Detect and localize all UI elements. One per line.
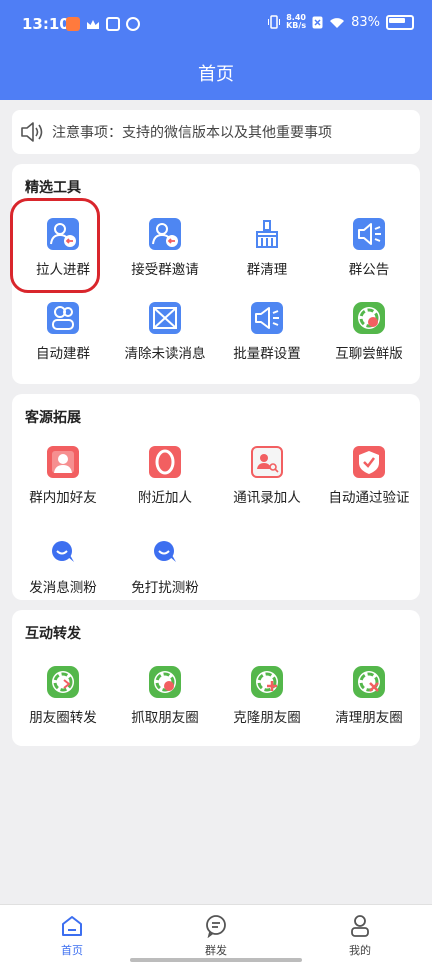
tool-label: 接受群邀请 xyxy=(131,262,199,278)
moments-grab-icon xyxy=(149,666,181,698)
battery-percent: 83% xyxy=(351,14,380,30)
sim-off-icon xyxy=(312,16,323,28)
status-time: 13:10 xyxy=(22,15,70,33)
notice-bar[interactable]: 注意事项：支持的微信版本以及其他重要事项 xyxy=(12,110,420,154)
tool-clone-moments[interactable]: 克隆朋友圈 xyxy=(216,666,318,736)
net-speed-unit: KB/s xyxy=(286,21,307,30)
top-bar: 13:10 8.40 KB/s 83% 首页 xyxy=(0,0,432,100)
notification-icons xyxy=(66,17,140,31)
section-title: 精选工具 xyxy=(25,180,81,196)
box-icon xyxy=(106,17,120,31)
tool-group-cleanup[interactable]: 群清理 xyxy=(216,218,318,288)
tool-label: 群内加好友 xyxy=(29,490,97,506)
tool-label: 抓取朋友圈 xyxy=(131,710,199,726)
tool-label: 附近加人 xyxy=(138,490,192,506)
tool-batch-group-settings[interactable]: 批量群设置 xyxy=(216,302,318,372)
tool-grab-moments[interactable]: 抓取朋友圈 xyxy=(114,666,216,736)
section-title: 互动转发 xyxy=(25,626,81,642)
location-icon xyxy=(149,446,181,478)
page-title: 首页 xyxy=(198,64,234,85)
tool-label: 免打扰测粉 xyxy=(131,580,199,596)
announcement-icon xyxy=(353,218,385,250)
tool-label: 克隆朋友圈 xyxy=(233,710,301,726)
moments-share-icon xyxy=(47,666,79,698)
status-right: 8.40 KB/s 83% xyxy=(268,14,414,30)
tab-label: 群发 xyxy=(205,944,227,957)
tool-message-test-fans[interactable]: 发消息测粉 xyxy=(12,536,114,606)
tool-auto-accept-verification[interactable]: 自动通过验证 xyxy=(318,446,420,516)
batch-settings-icon xyxy=(251,302,283,334)
clear-unread-icon xyxy=(149,302,181,334)
tab-broadcast[interactable]: 群发 xyxy=(144,905,288,965)
moments-clean-icon xyxy=(353,666,385,698)
user-icon xyxy=(351,915,369,937)
wifi-icon xyxy=(330,17,345,28)
tool-silent-test-fans[interactable]: 免打扰测粉 xyxy=(114,536,216,606)
tool-label: 通讯录加人 xyxy=(233,490,301,506)
tool-label: 清除未读消息 xyxy=(124,346,206,362)
tab-home[interactable]: 首页 xyxy=(0,905,144,965)
tool-label: 自动建群 xyxy=(36,346,90,362)
moments-hand-icon xyxy=(353,302,385,334)
link-icon xyxy=(126,17,140,31)
tab-mine[interactable]: 我的 xyxy=(288,905,432,965)
bottom-tab-bar: 首页 群发 我的 xyxy=(0,904,432,965)
tool-moments-forward[interactable]: 朋友圈转发 xyxy=(12,666,114,736)
tool-mutual-chat-preview[interactable]: 互聊尝鲜版 xyxy=(318,302,420,372)
tool-add-from-contacts[interactable]: 通讯录加人 xyxy=(216,446,318,516)
chat-bubble-icon xyxy=(47,536,79,568)
user-add-icon xyxy=(47,446,79,478)
tool-clear-unread[interactable]: 清除未读消息 xyxy=(114,302,216,372)
moments-clone-icon xyxy=(251,666,283,698)
crown-icon xyxy=(86,17,100,31)
notice-text: 注意事项：支持的微信版本以及其他重要事项 xyxy=(52,125,332,141)
contacts-icon xyxy=(251,446,283,478)
tool-label: 发消息测粉 xyxy=(29,580,97,596)
tab-label: 我的 xyxy=(349,944,371,957)
home-icon xyxy=(62,916,82,936)
section-title: 客源拓展 xyxy=(25,410,81,426)
tool-label: 清理朋友圈 xyxy=(335,710,403,726)
vibrate-icon xyxy=(268,15,281,29)
home-indicator[interactable] xyxy=(130,958,302,962)
shield-check-icon xyxy=(353,446,385,478)
tool-add-nearby[interactable]: 附近加人 xyxy=(114,446,216,516)
tool-label: 批量群设置 xyxy=(233,346,301,362)
broom-icon xyxy=(251,218,283,250)
chat-bubble-icon xyxy=(149,536,181,568)
tool-group-announcement[interactable]: 群公告 xyxy=(318,218,420,288)
net-speed: 8.40 KB/s xyxy=(286,14,306,30)
speaker-icon xyxy=(21,122,43,142)
tool-clean-moments[interactable]: 清理朋友圈 xyxy=(318,666,420,736)
battery-icon xyxy=(386,14,414,30)
tab-label: 首页 xyxy=(61,944,83,957)
status-bar: 13:10 8.40 KB/s 83% xyxy=(0,0,432,52)
tool-label: 朋友圈转发 xyxy=(29,710,97,726)
app-notification-icon xyxy=(66,17,80,31)
section-interactive-forward: 互动转发 朋友圈转发 抓取朋友圈 克隆朋友圈 清理朋友圈 xyxy=(12,610,420,746)
tool-label: 互聊尝鲜版 xyxy=(335,346,403,362)
tool-accept-invite[interactable]: 接受群邀请 xyxy=(114,218,216,288)
section-customer-expansion: 客源拓展 群内加好友 附近加人 通讯录加人 自动通过验证 发消息测粉 免打扰测粉 xyxy=(12,394,420,600)
chat-icon xyxy=(206,915,226,938)
auto-create-group-icon xyxy=(47,302,79,334)
tool-add-friends-in-group[interactable]: 群内加好友 xyxy=(12,446,114,516)
tool-label: 群公告 xyxy=(348,262,390,278)
accept-invite-icon xyxy=(149,218,181,250)
highlight-annotation xyxy=(10,198,100,293)
tool-label: 自动通过验证 xyxy=(328,490,410,506)
tool-label: 群清理 xyxy=(246,262,288,278)
tool-auto-create-group[interactable]: 自动建群 xyxy=(12,302,114,372)
